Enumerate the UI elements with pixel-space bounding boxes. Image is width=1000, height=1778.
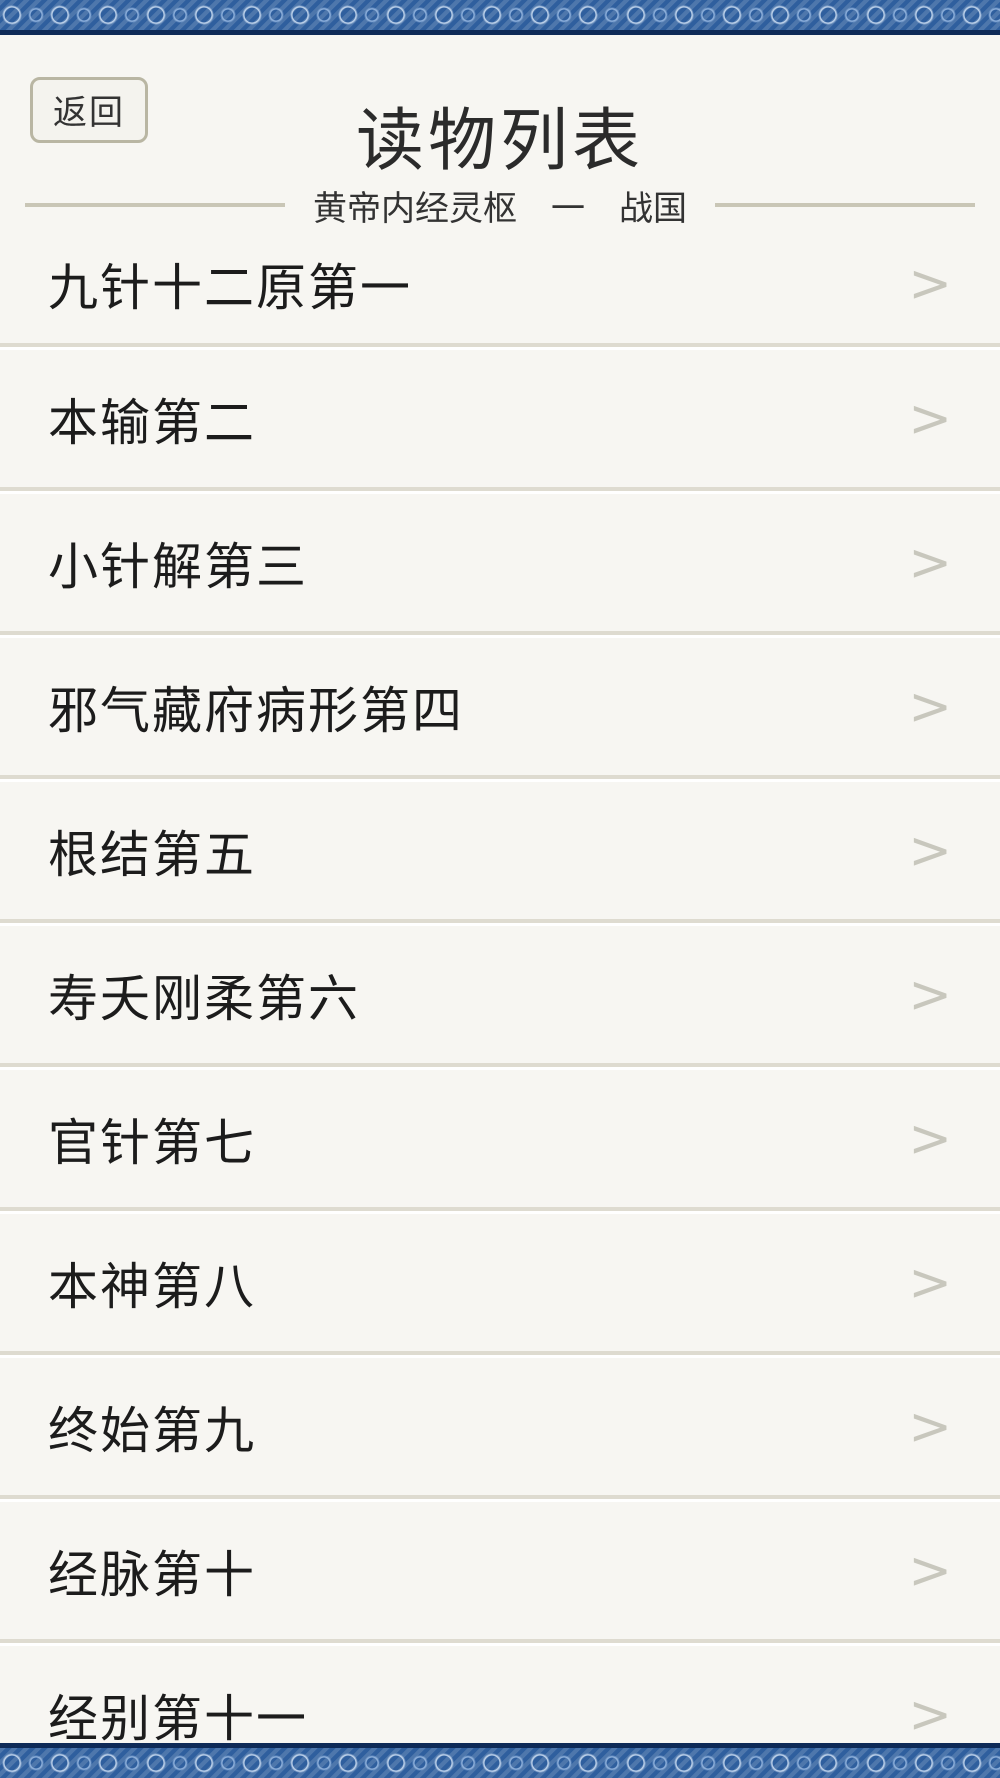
chapter-list-item[interactable]: 本输第二 > (0, 347, 1000, 491)
decorative-bottom-border (0, 1743, 1000, 1778)
chevron-right-icon: > (908, 676, 952, 737)
chevron-right-icon: > (908, 254, 952, 314)
chapter-title: 官针第七 (48, 1113, 256, 1172)
chevron-right-icon: > (908, 964, 952, 1025)
chevron-right-icon: > (908, 1540, 952, 1601)
subtitle-separator: 一 (551, 188, 585, 229)
decorative-top-border (0, 0, 1000, 35)
chapter-title: 终始第九 (48, 1401, 256, 1460)
chapter-list: 九针十二原第一 > 本输第二 > 小针解第三 > 邪气藏府病形第四 > 根结第五 > 寿夭刚柔第六 >… (0, 225, 1000, 1778)
chapter-list-item[interactable]: 终始第九 > (0, 1355, 1000, 1499)
chevron-right-icon: > (908, 1108, 952, 1169)
reading-list-screen: 返回 读物列表 黄帝内经灵枢一战国 九针十二原第一 > 本输第二 > 小针解第三 > 邪气藏… (0, 0, 1000, 1778)
chapter-title: 本神第八 (48, 1257, 256, 1316)
book-subtitle: 黄帝内经灵枢一战国 (285, 181, 715, 230)
chapter-title: 经脉第十 (48, 1545, 256, 1604)
chapter-list-item[interactable]: 九针十二原第一 > (0, 225, 1000, 347)
right-divider (715, 203, 975, 207)
subtitle-row: 黄帝内经灵枢一战国 (25, 185, 975, 229)
left-divider (25, 203, 285, 207)
book-era: 战国 (619, 188, 687, 229)
chapter-title: 本输第二 (48, 393, 256, 452)
header: 返回 读物列表 黄帝内经灵枢一战国 (0, 35, 1000, 230)
chapter-title: 寿夭刚柔第六 (48, 969, 360, 1028)
chapter-title: 邪气藏府病形第四 (48, 681, 464, 740)
chapter-list-item[interactable]: 本神第八 > (0, 1211, 1000, 1355)
chapter-list-item[interactable]: 邪气藏府病形第四 > (0, 635, 1000, 779)
chapter-title: 小针解第三 (48, 537, 308, 596)
book-title: 黄帝内经灵枢 (313, 188, 517, 229)
chapter-list-item[interactable]: 小针解第三 > (0, 491, 1000, 635)
chapter-list-item[interactable]: 寿夭刚柔第六 > (0, 923, 1000, 1067)
chevron-right-icon: > (908, 1252, 952, 1313)
chevron-right-icon: > (908, 820, 952, 881)
chevron-right-icon: > (908, 532, 952, 593)
chevron-right-icon: > (908, 1684, 952, 1745)
chapter-list-item[interactable]: 根结第五 > (0, 779, 1000, 923)
chapter-title: 经别第十一 (48, 1689, 308, 1748)
chapter-list-item[interactable]: 官针第七 > (0, 1067, 1000, 1211)
chevron-right-icon: > (908, 388, 952, 449)
chapter-list-item[interactable]: 经脉第十 > (0, 1499, 1000, 1643)
chapter-title: 九针十二原第一 (48, 259, 412, 317)
chevron-right-icon: > (908, 1396, 952, 1457)
page-title: 读物列表 (355, 102, 644, 181)
chapter-title: 根结第五 (48, 825, 256, 884)
